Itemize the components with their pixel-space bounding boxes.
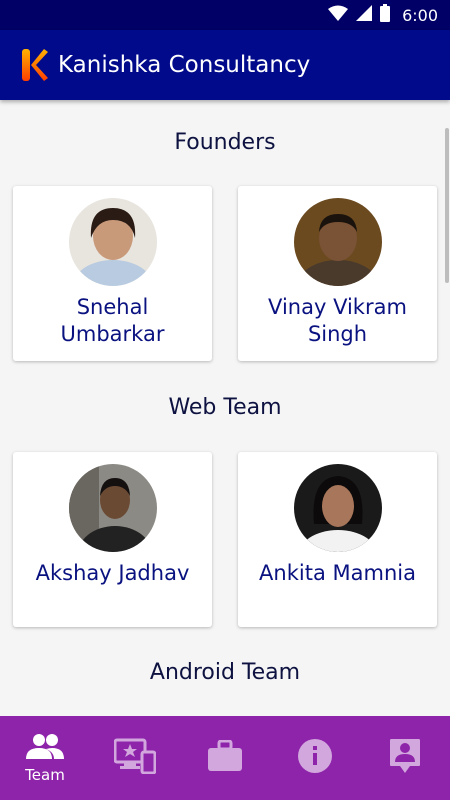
- member-card-ankita[interactable]: Ankita Mamnia: [238, 452, 437, 627]
- avatar: [293, 198, 382, 286]
- nav-item-team[interactable]: Team: [0, 716, 90, 800]
- contact-icon: [389, 738, 421, 778]
- briefcase-icon: [207, 739, 243, 776]
- bottom-navigation: Team: [0, 716, 450, 800]
- status-time: 6:00: [402, 5, 438, 25]
- wifi-icon: [328, 5, 349, 25]
- app-logo-icon: [22, 49, 48, 81]
- member-card-snehal[interactable]: Snehal Umbarkar: [13, 186, 212, 361]
- battery-icon: [380, 4, 391, 26]
- avatar: [68, 464, 157, 552]
- section-title-android-team: Android Team: [149, 660, 301, 685]
- avatar: [68, 198, 157, 286]
- nav-item-about[interactable]: [270, 716, 360, 800]
- member-card-akshay[interactable]: Akshay Jadhav: [13, 452, 212, 627]
- member-name: Vinay Vikram Singh: [268, 295, 407, 346]
- section-title-web-team: Web Team: [168, 395, 282, 420]
- info-icon: [297, 738, 333, 778]
- app-title: Kanishka Consultancy: [58, 52, 311, 78]
- scrollbar[interactable]: [445, 128, 449, 283]
- app-bar: Kanishka Consultancy: [0, 30, 450, 100]
- nav-item-career[interactable]: [180, 716, 270, 800]
- team-content[interactable]: Founders Snehal Umbarkar Vinay Vikram Si…: [0, 100, 450, 716]
- nav-item-contact[interactable]: [360, 716, 450, 800]
- member-name: Snehal Umbarkar: [60, 295, 165, 346]
- team-icon: [26, 733, 64, 763]
- avatar: [293, 464, 382, 552]
- signal-icon: [356, 5, 373, 25]
- status-bar: 6:00: [0, 0, 450, 30]
- nav-item-services[interactable]: [90, 716, 180, 800]
- member-name: Ankita Mamnia: [259, 561, 416, 585]
- member-name: Akshay Jadhav: [35, 561, 190, 585]
- services-icon: [113, 738, 157, 778]
- member-card-vinay[interactable]: Vinay Vikram Singh: [238, 186, 437, 361]
- section-title-founders: Founders: [174, 130, 276, 155]
- nav-label-team: Team: [25, 765, 65, 784]
